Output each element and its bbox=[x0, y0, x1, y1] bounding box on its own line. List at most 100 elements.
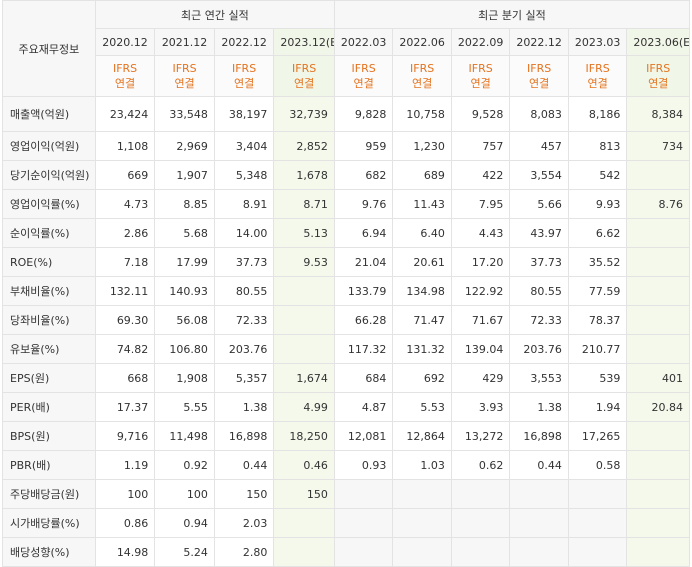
annual-value-cell: 8.91 bbox=[213, 189, 275, 219]
row-label: 당기순이익(억원) bbox=[2, 160, 96, 190]
quarter-group-header: 최근 분기 실적 bbox=[333, 0, 691, 29]
annual-period-header: 2020.12 bbox=[94, 28, 156, 56]
quarter-value-cell bbox=[626, 537, 690, 567]
annual-value-cell: 5,348 bbox=[213, 160, 275, 190]
row-label: 주당배당금(원) bbox=[2, 479, 96, 509]
annual-value-cell: 5,357 bbox=[213, 363, 275, 393]
quarter-value-cell: 117.32 bbox=[333, 334, 394, 364]
annual-value-cell: 7.18 bbox=[94, 247, 156, 277]
quarter-value-cell bbox=[626, 508, 690, 538]
quarter-value-cell bbox=[333, 537, 394, 567]
row-label: 시가배당률(%) bbox=[2, 508, 96, 538]
annual-value-cell: 17.37 bbox=[94, 392, 156, 422]
quarter-value-cell bbox=[567, 508, 628, 538]
quarter-value-cell: 5.66 bbox=[509, 189, 569, 219]
quarter-value-cell: 17,265 bbox=[567, 421, 628, 451]
table-row: ROE(%) 7.18 17.99 37.73 9.53 21.04 20.61 17.20 3… bbox=[2, 247, 690, 277]
consolidated-label: 연결 bbox=[529, 77, 550, 90]
quarter-value-cell bbox=[626, 305, 690, 335]
ifrs-label: IFRS bbox=[231, 62, 257, 75]
quarter-value-cell: 0.44 bbox=[509, 450, 569, 480]
quarter-value-cell: 80.55 bbox=[509, 276, 569, 306]
quarter-value-cell: 8.76 bbox=[626, 189, 690, 219]
quarter-period-header: 2023.06(E) bbox=[626, 28, 690, 56]
annual-value-cell: 23,424 bbox=[94, 96, 156, 132]
annual-value-cell: 8.71 bbox=[273, 189, 335, 219]
table-row: 시가배당률(%) 0.86 0.94 2.03 bbox=[2, 508, 690, 538]
quarter-value-cell: 1.03 bbox=[392, 450, 452, 480]
table-row: PBR(배) 1.19 0.92 0.44 0.46 0.93 1.03 0.62 0.44 0.… bbox=[2, 450, 690, 480]
row-label: 매출액(억원) bbox=[2, 96, 96, 132]
annual-value-cell: 1,674 bbox=[273, 363, 335, 393]
row-label: PER(배) bbox=[2, 392, 96, 422]
quarter-value-cell: 6.40 bbox=[392, 218, 452, 248]
annual-value-cell: 150 bbox=[273, 479, 335, 509]
quarter-value-cell: 5.53 bbox=[392, 392, 452, 422]
quarter-value-cell: 3.93 bbox=[450, 392, 511, 422]
quarter-value-cell: 429 bbox=[450, 363, 511, 393]
ifrs-label: IFRS bbox=[292, 62, 317, 75]
quarter-value-cell: 8,384 bbox=[626, 96, 690, 132]
table-row: 순이익률(%) 2.86 5.68 14.00 5.13 6.94 6.40 4.43 43.9… bbox=[2, 218, 690, 248]
quarter-value-cell: 0.93 bbox=[333, 450, 394, 480]
quarter-value-cell: 1,230 bbox=[392, 131, 452, 161]
quarter-value-cell: 122.92 bbox=[450, 276, 511, 306]
quarter-value-cell: 10,758 bbox=[392, 96, 452, 132]
quarter-value-cell bbox=[626, 450, 690, 480]
ifrs-consolidated-label: IFRS 연결 bbox=[333, 55, 394, 97]
corner-header: 주요재무정보 bbox=[2, 0, 96, 97]
annual-value-cell: 0.86 bbox=[94, 508, 156, 538]
quarter-value-cell: 692 bbox=[392, 363, 452, 393]
quarter-value-cell: 422 bbox=[450, 160, 511, 190]
consolidated-label: 연결 bbox=[293, 77, 315, 90]
quarter-value-cell bbox=[626, 276, 690, 306]
quarter-value-cell: 9,528 bbox=[450, 96, 511, 132]
quarter-value-cell: 457 bbox=[509, 131, 569, 161]
table-row: EPS(원) 668 1,908 5,357 1,674 684 692 429 3,553 53… bbox=[2, 363, 690, 393]
annual-value-cell: 16,898 bbox=[213, 421, 275, 451]
ifrs-consolidated-label: IFRS 연결 bbox=[94, 55, 156, 97]
ifrs-consolidated-label: IFRS 연결 bbox=[273, 55, 335, 97]
row-label: 유보율(%) bbox=[2, 334, 96, 364]
row-label: BPS(원) bbox=[2, 421, 96, 451]
annual-value-cell: 80.55 bbox=[213, 276, 275, 306]
quarter-value-cell bbox=[450, 479, 511, 509]
annual-value-cell: 5.24 bbox=[154, 537, 215, 567]
annual-value-cell: 4.73 bbox=[94, 189, 156, 219]
annual-value-cell: 132.11 bbox=[94, 276, 156, 306]
annual-value-cell: 8.85 bbox=[154, 189, 215, 219]
annual-value-cell bbox=[273, 537, 335, 567]
annual-value-cell bbox=[273, 334, 335, 364]
annual-value-cell: 150 bbox=[213, 479, 275, 509]
quarter-value-cell bbox=[626, 479, 690, 509]
quarter-value-cell bbox=[333, 508, 394, 538]
annual-value-cell bbox=[273, 508, 335, 538]
quarter-value-cell bbox=[333, 479, 394, 509]
quarter-value-cell: 401 bbox=[626, 363, 690, 393]
table-row: BPS(원) 9,716 11,498 16,898 18,250 12,081 12,86… bbox=[2, 421, 690, 451]
quarter-value-cell: 6.62 bbox=[567, 218, 628, 248]
quarter-period-header: 2022.09 bbox=[450, 28, 511, 56]
row-label: ROE(%) bbox=[2, 247, 96, 277]
consolidated-label: 연결 bbox=[412, 77, 433, 90]
quarter-period-header: 2022.03 bbox=[333, 28, 394, 56]
annual-value-cell: 1,108 bbox=[94, 131, 156, 161]
quarter-value-cell: 11.43 bbox=[392, 189, 452, 219]
consolidated-label: 연결 bbox=[470, 77, 491, 90]
quarter-value-cell: 21.04 bbox=[333, 247, 394, 277]
table-row: 영업이익(억원) 1,108 2,969 3,404 2,852 959 1,230 757 4… bbox=[2, 131, 690, 161]
financial-summary-table: 주요재무정보 최근 연간 실적 최근 분기 실적 2020.12 2021.12 2… bbox=[2, 0, 691, 567]
ifrs-consolidated-label: IFRS 연결 bbox=[213, 55, 275, 97]
ifrs-consolidated-label: IFRS 연결 bbox=[154, 55, 215, 97]
ifrs-label: IFRS bbox=[527, 62, 552, 75]
table-row: 당좌비율(%) 69.30 56.08 72.33 66.28 71.47 71.67 72.… bbox=[2, 305, 690, 335]
row-label: 당좌비율(%) bbox=[2, 305, 96, 335]
quarter-value-cell: 210.77 bbox=[567, 334, 628, 364]
annual-value-cell: 5.55 bbox=[154, 392, 215, 422]
quarter-value-cell: 16,898 bbox=[509, 421, 569, 451]
row-label: EPS(원) bbox=[2, 363, 96, 393]
quarter-value-cell: 684 bbox=[333, 363, 394, 393]
annual-value-cell: 1,908 bbox=[154, 363, 215, 393]
ifrs-label: IFRS bbox=[351, 62, 376, 75]
quarter-value-cell: 8,083 bbox=[509, 96, 569, 132]
